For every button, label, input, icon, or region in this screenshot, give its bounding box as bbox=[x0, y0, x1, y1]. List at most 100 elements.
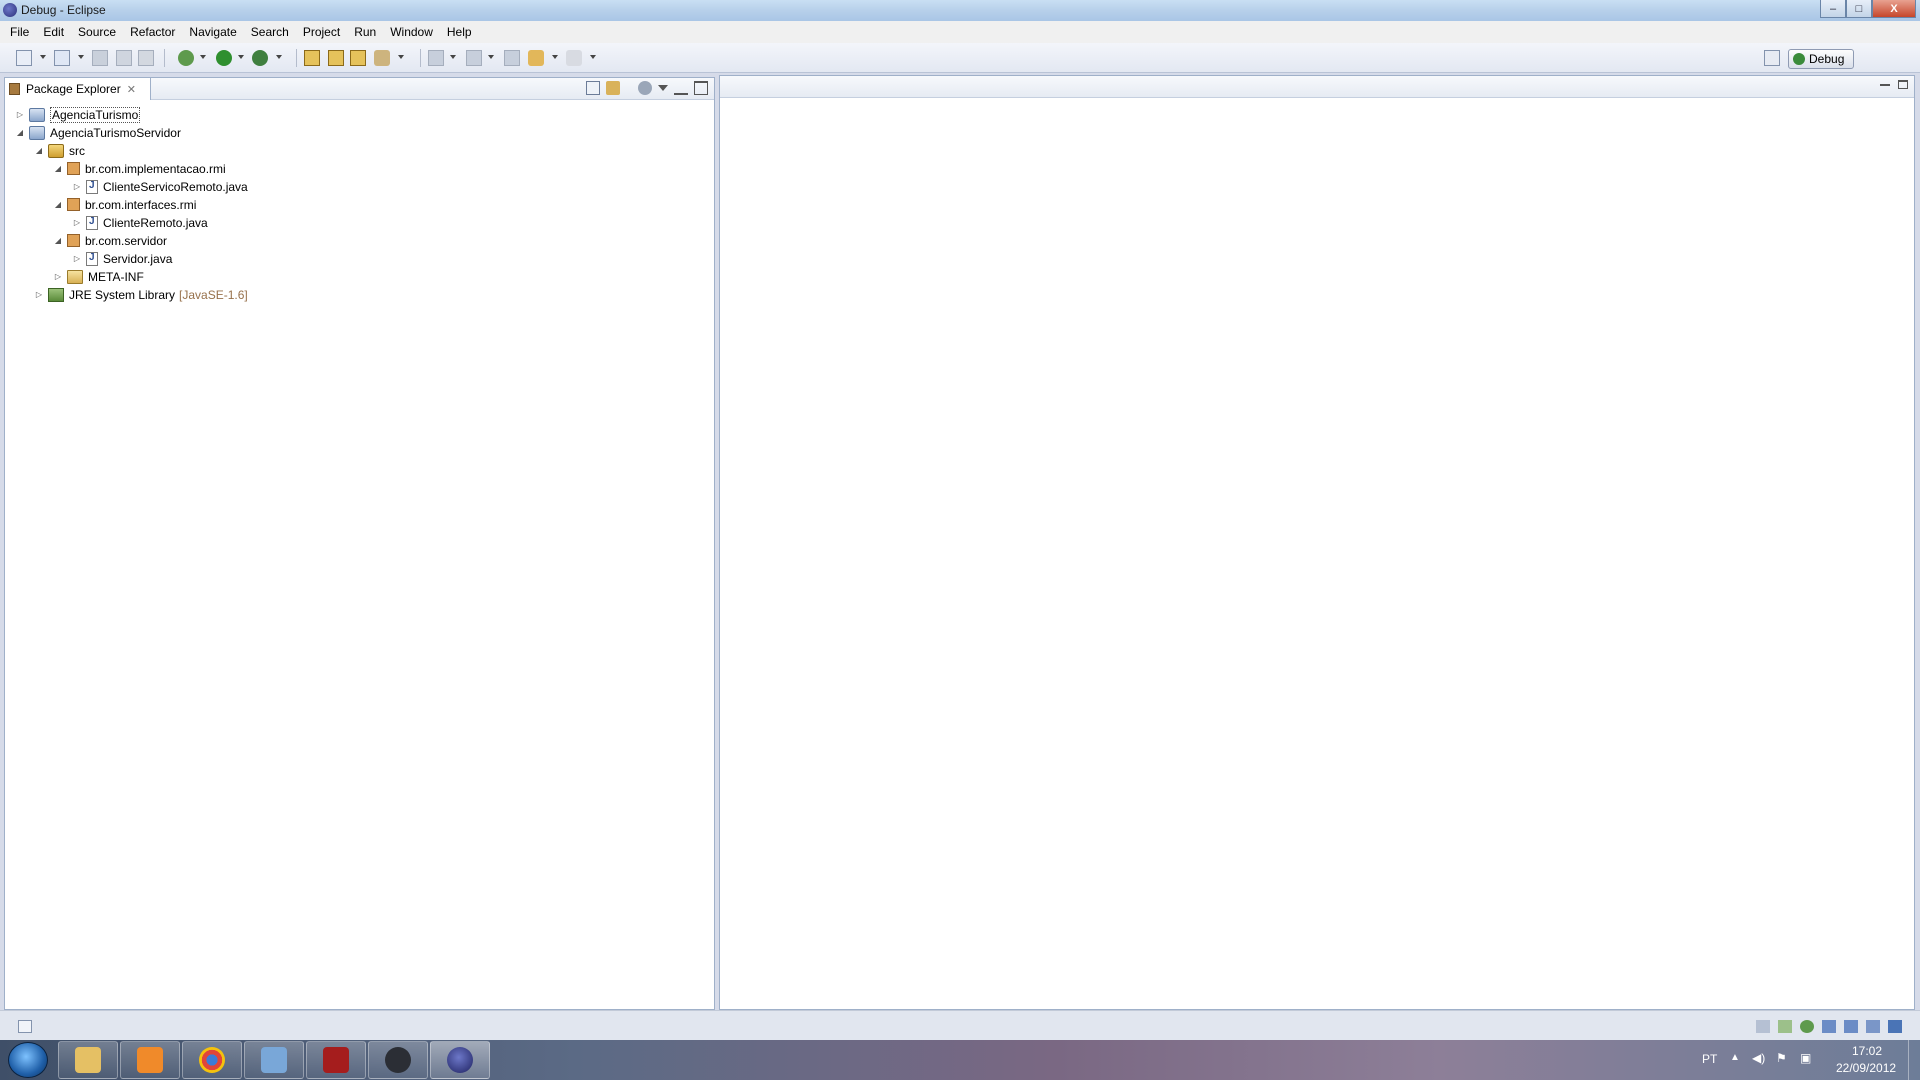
tree-item[interactable]: ◢ br.com.servidor bbox=[53, 232, 167, 249]
new-project-icon[interactable] bbox=[54, 50, 70, 66]
menu-navigate[interactable]: Navigate bbox=[182, 25, 243, 39]
menu-file[interactable]: File bbox=[3, 25, 36, 39]
taskbar-steam[interactable] bbox=[368, 1041, 428, 1079]
menu-source[interactable]: Source bbox=[71, 25, 123, 39]
show-desktop-button[interactable] bbox=[1908, 1040, 1920, 1080]
console-icon[interactable] bbox=[1756, 1020, 1770, 1033]
tab-package-explorer[interactable]: Package Explorer ✕ bbox=[5, 78, 151, 100]
expand-icon[interactable]: ▷ bbox=[53, 272, 63, 281]
taskbar-app-red[interactable] bbox=[306, 1041, 366, 1079]
tree-item[interactable]: ▷ Servidor.java bbox=[72, 250, 172, 267]
minimize-editor-icon[interactable] bbox=[1880, 80, 1890, 86]
link-with-editor-icon[interactable] bbox=[606, 81, 620, 95]
tree-item[interactable]: ◢ src bbox=[34, 142, 85, 159]
debug-view-icon[interactable] bbox=[1800, 1020, 1814, 1033]
breakpoints-icon[interactable] bbox=[1844, 1020, 1858, 1033]
clock-time[interactable]: 17:02 bbox=[1852, 1044, 1882, 1058]
expand-icon[interactable]: ▷ bbox=[72, 218, 82, 227]
search-dropdown-icon[interactable] bbox=[398, 55, 404, 59]
run-dropdown-icon[interactable] bbox=[238, 55, 244, 59]
focus-icon[interactable] bbox=[638, 81, 652, 95]
clock-date[interactable]: 22/09/2012 bbox=[1836, 1061, 1896, 1075]
close-window-button[interactable]: X bbox=[1872, 0, 1916, 18]
collapse-all-icon[interactable] bbox=[586, 81, 600, 95]
tree-item[interactable]: ▷ JRE System Library [JavaSE-1.6] bbox=[34, 286, 248, 303]
taskbar-eclipse[interactable] bbox=[430, 1041, 490, 1079]
language-indicator[interactable]: PT bbox=[1702, 1052, 1717, 1066]
open-folder-icon[interactable] bbox=[350, 50, 366, 66]
last-edit-icon[interactable] bbox=[504, 50, 520, 66]
outline-icon[interactable] bbox=[1866, 1020, 1880, 1033]
tasks-icon[interactable] bbox=[1778, 1020, 1792, 1033]
save-all-icon[interactable] bbox=[116, 50, 132, 66]
external-tools-icon[interactable] bbox=[252, 50, 268, 66]
debug-icon[interactable] bbox=[178, 50, 194, 66]
collapse-icon[interactable]: ◢ bbox=[53, 200, 63, 209]
fast-view-icon[interactable] bbox=[18, 1020, 32, 1033]
network-icon[interactable]: ▣ bbox=[1800, 1051, 1811, 1065]
expand-icon[interactable]: ▷ bbox=[72, 254, 82, 263]
taskbar-control-panel[interactable] bbox=[244, 1041, 304, 1079]
editor-area[interactable] bbox=[719, 75, 1915, 1010]
open-perspective-icon[interactable] bbox=[1764, 50, 1780, 66]
debug-dropdown-icon[interactable] bbox=[200, 55, 206, 59]
tree-item[interactable]: ◢ br.com.interfaces.rmi bbox=[53, 196, 196, 213]
taskbar-chrome[interactable] bbox=[182, 1041, 242, 1079]
new-icon[interactable] bbox=[16, 50, 32, 66]
maximize-window-button[interactable]: □ bbox=[1846, 0, 1872, 18]
next-annotation-icon[interactable] bbox=[428, 50, 444, 66]
tree-item[interactable]: ▷ ClienteServicoRemoto.java bbox=[72, 178, 248, 195]
tree-item[interactable]: ▷ AgenciaTurismo bbox=[15, 106, 141, 123]
taskbar-media-player[interactable] bbox=[120, 1041, 180, 1079]
forward-arrow-icon[interactable] bbox=[566, 50, 582, 66]
expand-icon[interactable]: ▷ bbox=[72, 182, 82, 191]
collapse-icon[interactable]: ◢ bbox=[53, 164, 63, 173]
open-type-icon[interactable] bbox=[304, 50, 320, 66]
menu-search[interactable]: Search bbox=[244, 25, 296, 39]
tree-item[interactable]: ◢ br.com.implementacao.rmi bbox=[53, 160, 226, 177]
tree-item[interactable]: ◢ AgenciaTurismoServidor bbox=[15, 124, 181, 141]
variables-icon[interactable] bbox=[1822, 1020, 1836, 1033]
collapse-icon[interactable]: ◢ bbox=[34, 146, 44, 155]
external-tools-dropdown-icon[interactable] bbox=[276, 55, 282, 59]
back-dropdown-icon[interactable] bbox=[552, 55, 558, 59]
maximize-view-icon[interactable] bbox=[694, 81, 708, 95]
menu-help[interactable]: Help bbox=[440, 25, 479, 39]
minimize-view-icon[interactable] bbox=[674, 81, 688, 95]
start-button[interactable] bbox=[8, 1042, 48, 1078]
menu-bar: File Edit Source Refactor Navigate Searc… bbox=[0, 21, 1920, 43]
run-icon[interactable] bbox=[216, 50, 232, 66]
volume-icon[interactable]: ◀) bbox=[1752, 1051, 1765, 1065]
view-menu-icon[interactable] bbox=[658, 85, 668, 91]
expand-icon[interactable]: ▷ bbox=[34, 290, 44, 299]
action-center-flag-icon[interactable]: ⚑ bbox=[1776, 1051, 1787, 1065]
menu-edit[interactable]: Edit bbox=[36, 25, 71, 39]
previous-annotation-dropdown-icon[interactable] bbox=[488, 55, 494, 59]
next-annotation-dropdown-icon[interactable] bbox=[450, 55, 456, 59]
back-arrow-icon[interactable] bbox=[528, 50, 544, 66]
menu-refactor[interactable]: Refactor bbox=[123, 25, 182, 39]
collapse-icon[interactable]: ◢ bbox=[53, 236, 63, 245]
collapse-icon[interactable]: ◢ bbox=[15, 128, 25, 137]
tree-item[interactable]: ▷ ClienteRemoto.java bbox=[72, 214, 208, 231]
show-hidden-icons-icon[interactable]: ▲ bbox=[1730, 1052, 1740, 1063]
new-project-dropdown-icon[interactable] bbox=[78, 55, 84, 59]
print-icon[interactable] bbox=[138, 50, 154, 66]
taskbar-explorer[interactable] bbox=[58, 1041, 118, 1079]
maximize-editor-icon[interactable] bbox=[1898, 80, 1908, 89]
close-icon[interactable]: ✕ bbox=[127, 83, 136, 96]
menu-run[interactable]: Run bbox=[347, 25, 383, 39]
forward-dropdown-icon[interactable] bbox=[590, 55, 596, 59]
search-icon[interactable] bbox=[374, 50, 390, 66]
tree-item[interactable]: ▷ META-INF bbox=[53, 268, 144, 285]
display-icon[interactable] bbox=[1888, 1020, 1902, 1033]
new-dropdown-icon[interactable] bbox=[40, 55, 46, 59]
save-icon[interactable] bbox=[92, 50, 108, 66]
menu-project[interactable]: Project bbox=[296, 25, 347, 39]
expand-icon[interactable]: ▷ bbox=[15, 110, 25, 119]
debug-perspective-button[interactable]: Debug bbox=[1788, 49, 1854, 69]
menu-window[interactable]: Window bbox=[383, 25, 440, 39]
minimize-window-button[interactable]: – bbox=[1820, 0, 1846, 18]
open-task-icon[interactable] bbox=[328, 50, 344, 66]
previous-annotation-icon[interactable] bbox=[466, 50, 482, 66]
